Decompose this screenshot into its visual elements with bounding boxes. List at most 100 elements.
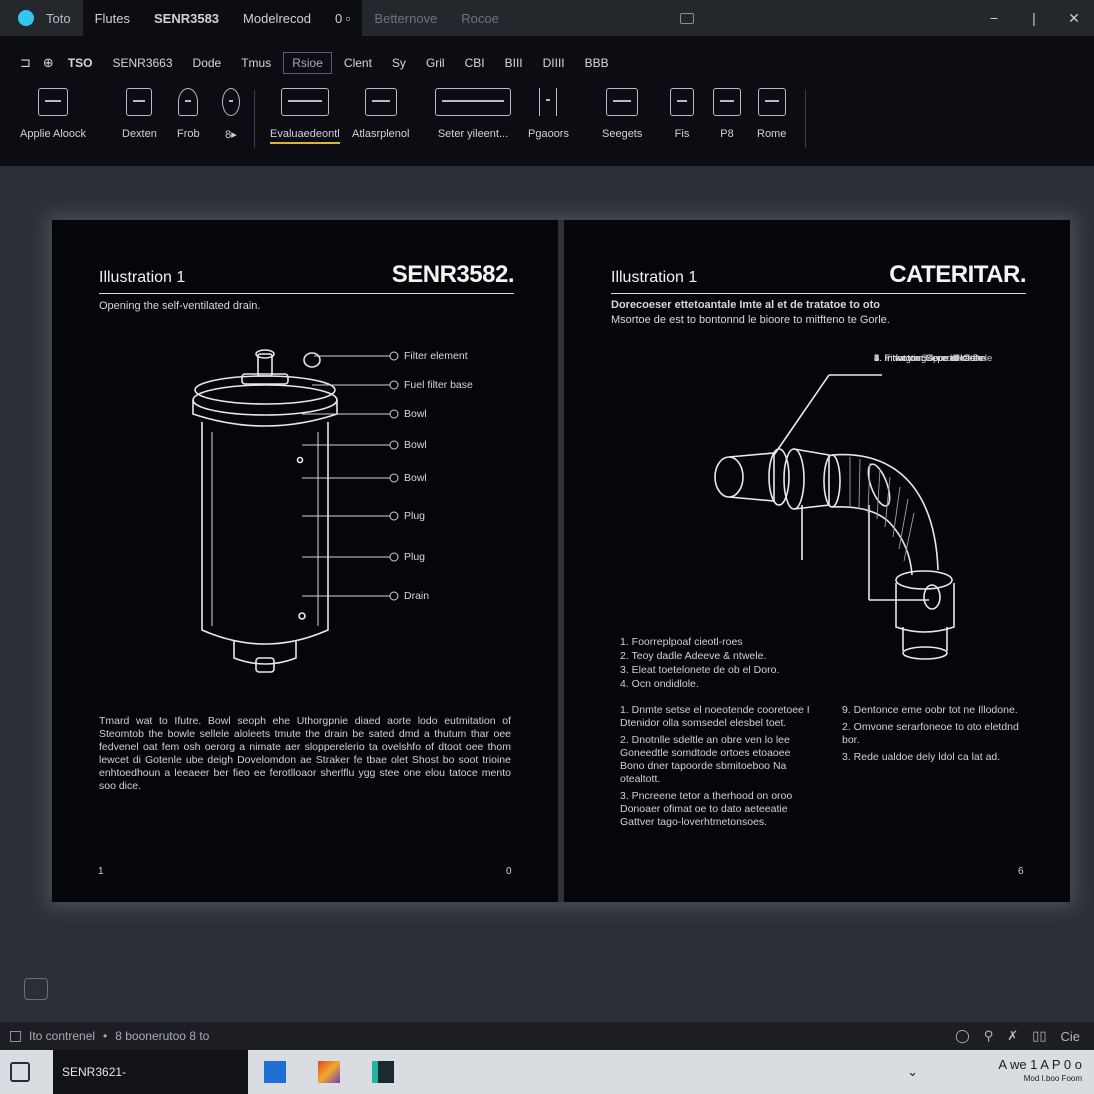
menu-item-biii[interactable]: BIII bbox=[497, 53, 531, 73]
tool-dexten[interactable]: Dexten bbox=[122, 88, 157, 140]
comment-panel-icon[interactable] bbox=[24, 978, 48, 1000]
right-page-brand: CATERITAR. bbox=[889, 261, 1026, 288]
tool-label: Fis bbox=[674, 128, 690, 140]
callout-drain: Drain bbox=[404, 590, 430, 602]
tool-label: P8 bbox=[720, 128, 734, 140]
menu-item-rsioe[interactable]: Rsioe bbox=[283, 52, 332, 74]
callout-plug: Plug bbox=[404, 510, 426, 522]
menu-item-sy[interactable]: Sy bbox=[384, 53, 414, 73]
seter-yileent-icon bbox=[435, 88, 511, 116]
status-separator: • bbox=[103, 1029, 108, 1043]
document-area[interactable]: Illustration 1 SENR3582. Opening the sel… bbox=[0, 166, 1094, 1022]
menu-row: ⊐ ⊕ TSO SENR3663 Dode Tmus Rsioe Clent S… bbox=[14, 52, 621, 74]
tool-label: 8▸ bbox=[225, 129, 237, 141]
tool-atlasrplenol[interactable]: Atlasrplenol bbox=[352, 88, 409, 140]
tool-label: Seegets bbox=[602, 128, 643, 140]
menu-add-icon[interactable]: ⊕ bbox=[37, 55, 60, 71]
right-page-subtitle: Dorecoeser ettetoantale Imte al et de tr… bbox=[611, 298, 890, 328]
tool-frob[interactable]: Frob bbox=[177, 88, 200, 140]
status-pin-icon[interactable]: ⚲ bbox=[984, 1028, 994, 1044]
tool-label: Dexten bbox=[122, 128, 157, 140]
legend-line: 6. Intwotom Sepe dHO Dele bbox=[874, 353, 993, 364]
step-item: 3. Eleat toetelonete de ob el Doro. bbox=[620, 664, 780, 676]
app-logo-icon[interactable] bbox=[18, 10, 34, 26]
tab-zero[interactable]: 0 ▫ bbox=[322, 0, 363, 36]
left-page-subtitle: Opening the self-ventilated drain. bbox=[99, 300, 261, 312]
status-zoom[interactable]: Cie bbox=[1060, 1029, 1080, 1044]
left-page: Illustration 1 SENR3582. Opening the sel… bbox=[52, 220, 558, 902]
menu-item-bbb[interactable]: BBB bbox=[577, 53, 617, 73]
status-close-icon[interactable]: ✗ bbox=[1007, 1028, 1018, 1044]
dexten-icon bbox=[126, 88, 153, 116]
taskbar-app-icon[interactable] bbox=[264, 1061, 286, 1083]
tool-seter-yileent[interactable]: Seter yileent... bbox=[435, 88, 511, 140]
tool-label: Seter yileent... bbox=[437, 128, 509, 140]
menu-item-tso[interactable]: TSO bbox=[60, 53, 101, 73]
left-page-doc-number: SENR3582. bbox=[391, 261, 515, 288]
maximize-button[interactable]: | bbox=[1014, 10, 1054, 26]
right-page-number: 6 bbox=[1018, 866, 1024, 877]
menu-item-diiii[interactable]: DIIII bbox=[535, 53, 573, 73]
applie-aloock-icon bbox=[38, 88, 69, 116]
menu-item-cbi[interactable]: CBI bbox=[457, 53, 493, 73]
tool-evaluaedeontl[interactable]: Evaluaedeontl bbox=[270, 88, 340, 144]
atlasrplenol-icon bbox=[364, 88, 397, 116]
left-page-body-text: Tmard wat to Ifutre. Bowl seoph ehe Utho… bbox=[99, 715, 511, 792]
status-comment-icon[interactable]: ◯ bbox=[955, 1028, 970, 1044]
tool-fis[interactable]: Fis bbox=[670, 88, 694, 140]
tool-p8[interactable]: P8 bbox=[713, 88, 741, 140]
taskbar-app-icon[interactable] bbox=[372, 1061, 394, 1083]
seegets-icon bbox=[606, 88, 639, 116]
taskbar-active-window[interactable]: SENR3621- bbox=[53, 1050, 248, 1094]
tool-seegets[interactable]: Seegets bbox=[602, 88, 642, 140]
callout-bowl: Bowl bbox=[404, 472, 427, 484]
tab-betternove[interactable]: Betternove bbox=[362, 0, 449, 36]
layout-icon[interactable] bbox=[680, 12, 694, 24]
tab-flutes[interactable]: Flutes bbox=[82, 0, 142, 36]
menu-item-tmus[interactable]: Tmus bbox=[233, 53, 279, 73]
tool-more[interactable]: 8▸ bbox=[222, 88, 240, 141]
tool-pgaoors[interactable]: Pgaoors bbox=[528, 88, 569, 140]
tab-senr3583[interactable]: SENR3583 bbox=[141, 0, 232, 36]
tool-applie-aloock[interactable]: Applie Aloock bbox=[20, 88, 86, 140]
procedure-item: 2. Omvone serarfoneoe to oto eletdnd bor… bbox=[842, 721, 1019, 746]
procedure-item: 2. Dnotnlle sdeltle an obre ven lo lee G… bbox=[620, 734, 791, 785]
taskbar: SENR3621- ⌄ A we 1 A P 0 o Mod I.boo Foo… bbox=[0, 1050, 1094, 1094]
ribbon: ⊐ ⊕ TSO SENR3663 Dode Tmus Rsioe Clent S… bbox=[0, 36, 1094, 166]
callout-plug: Plug bbox=[404, 551, 426, 563]
pgaoors-icon bbox=[539, 88, 558, 116]
tool-label: Pgaoors bbox=[528, 128, 569, 140]
tab-rocoe[interactable]: Rocoe bbox=[449, 0, 511, 36]
close-button[interactable]: ✕ bbox=[1054, 10, 1094, 27]
right-page-steps: 1. Foorreplpoaf cieotl-roes 2. Teoy dadl… bbox=[620, 636, 779, 692]
status-view-icon[interactable]: ▯▯ bbox=[1032, 1028, 1046, 1044]
tool-rome[interactable]: Rome bbox=[757, 88, 786, 140]
menu-item-dode[interactable]: Dode bbox=[185, 53, 230, 73]
minimize-button[interactable]: − bbox=[974, 10, 1014, 26]
right-page-procedure-right: 9. Dentonce eme oobr tot ne Illodone. 2.… bbox=[842, 704, 1022, 764]
callout-fuel-filter-base: Fuel filter base bbox=[404, 379, 473, 391]
step-item: 1. Foorreplpoaf cieotl-roes bbox=[620, 636, 743, 648]
tool-label: Applie Aloock bbox=[20, 128, 87, 140]
taskbar-app-icon[interactable] bbox=[318, 1061, 340, 1083]
right-page-procedure-left: 1. Dnmte setse el noeotende cooretoee I … bbox=[620, 704, 816, 829]
menu-grid-icon[interactable]: ⊐ bbox=[14, 55, 37, 71]
rome-icon bbox=[757, 88, 786, 116]
tray-main-text: A we 1 A P 0 o bbox=[998, 1057, 1082, 1072]
tab-toto[interactable]: Toto bbox=[34, 0, 83, 36]
menu-item-gril[interactable]: Gril bbox=[418, 53, 453, 73]
right-page-header: Illustration 1 CATERITAR. bbox=[611, 260, 1026, 294]
status-bar: Ito contrenel • 8 boonerutoo 8 to ◯ ⚲ ✗ … bbox=[0, 1022, 1094, 1050]
tool-label: Evaluaedeontl bbox=[270, 128, 340, 144]
procedure-item: 3. Rede ualdoe dely ldol ca lat ad. bbox=[842, 751, 1001, 763]
tray-chevron-icon[interactable]: ⌄ bbox=[907, 1064, 918, 1080]
start-icon[interactable] bbox=[10, 1062, 30, 1082]
menu-item-clent[interactable]: Clent bbox=[336, 53, 380, 73]
system-tray[interactable]: A we 1 A P 0 o Mod I.boo Foom bbox=[998, 1058, 1082, 1086]
tab-modelrecod[interactable]: Modelrecod bbox=[231, 0, 323, 36]
status-page-icon[interactable] bbox=[10, 1030, 21, 1042]
menu-item-senr3663[interactable]: SENR3663 bbox=[104, 53, 180, 73]
ribbon-separator bbox=[254, 90, 255, 148]
evaluaedeontl-icon bbox=[280, 88, 329, 116]
callout-bowl: Bowl bbox=[404, 439, 427, 451]
